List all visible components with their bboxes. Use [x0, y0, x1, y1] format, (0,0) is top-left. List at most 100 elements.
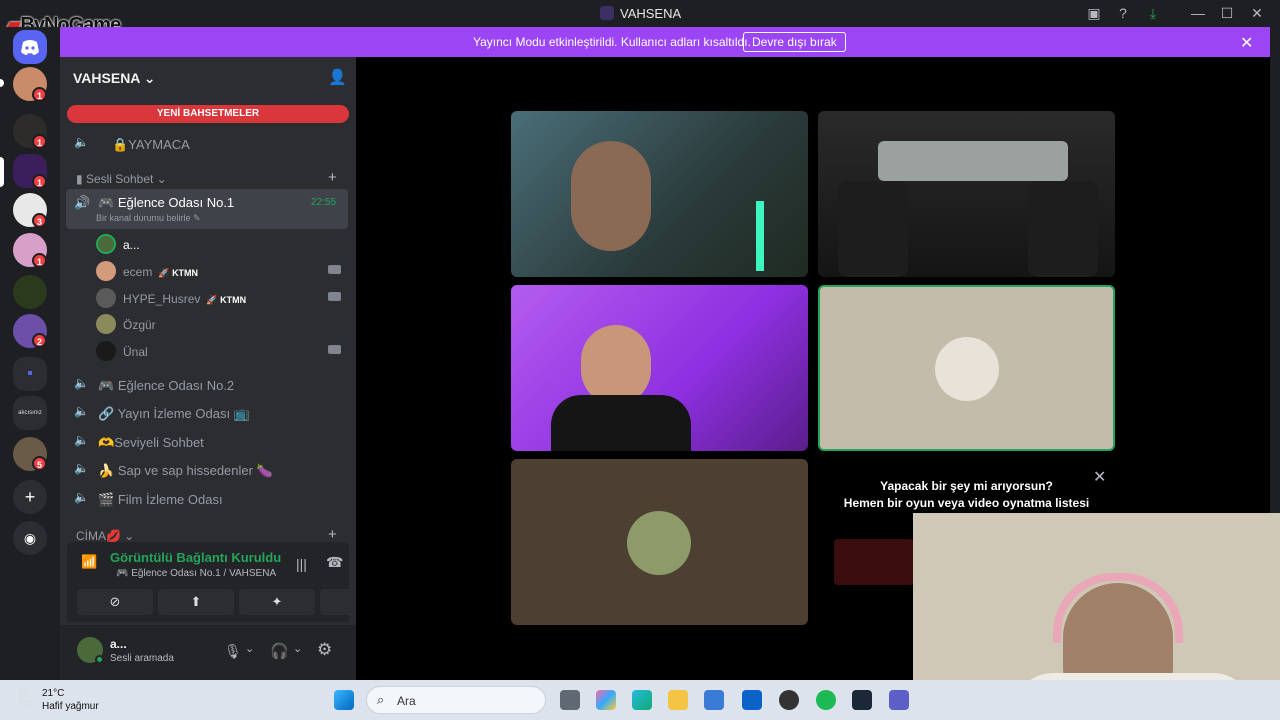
online-status-dot [95, 655, 104, 664]
folder-icon[interactable]: ▪ [13, 357, 47, 391]
category-icon: ▮ [76, 172, 83, 186]
led-light [756, 201, 764, 271]
guild-header[interactable]: VAHSENA ⌄ 👤 [60, 57, 356, 99]
minimize-button[interactable]: — [1190, 5, 1206, 21]
store-icon[interactable] [704, 690, 724, 710]
participant-video [571, 141, 651, 251]
video-tile[interactable] [511, 285, 808, 451]
category-cima[interactable]: CİMA💋 ⌄ [76, 529, 134, 543]
camera-icon [328, 292, 341, 301]
add-server-icon[interactable]: + [13, 480, 47, 514]
channel-name: 🫶Seviyeli Sohbet [98, 435, 204, 450]
close-icon[interactable]: ✕ [1093, 467, 1106, 487]
banner-message: Yayıncı Modu etkinleştirildi. Kullanıcı … [473, 35, 751, 49]
weather-temperature[interactable]: 21°C [42, 688, 64, 699]
invite-icon[interactable]: 👤 [328, 68, 347, 86]
activities-button[interactable]: ✦ [239, 589, 315, 615]
obs-icon[interactable] [779, 690, 799, 710]
window-title: VAHSENA [620, 6, 682, 21]
active-voice-channel[interactable]: 🔊 🎮 Eğlence Odası No.1 22:55 Bir kanal d… [66, 189, 348, 229]
channel-name: 🔗 Yayın İzleme Odası 📺 [98, 406, 250, 421]
add-channel-icon[interactable]: + [328, 526, 337, 543]
voice-channel-link[interactable]: 🎮 Eğlence Odası No.1 / VAHSENA [116, 568, 276, 579]
video-tile[interactable] [511, 459, 808, 625]
download-icon[interactable]: ⤓ [1145, 5, 1161, 21]
discover-icon[interactable]: ◉ [13, 521, 47, 555]
video-tile[interactable] [511, 111, 808, 277]
video-tile[interactable] [818, 111, 1115, 277]
speaker-icon: 🔈 [74, 135, 89, 149]
video-tile-speaking[interactable] [818, 285, 1115, 451]
mention-badge: 3 [32, 213, 47, 228]
avatar [627, 511, 691, 575]
close-window-button[interactable]: ✕ [1249, 5, 1265, 21]
headphones-icon[interactable]: 🎧 [270, 642, 289, 660]
speaker-icon: 🔈 [74, 433, 89, 447]
inbox-icon[interactable]: ▣ [1086, 5, 1102, 21]
disable-streamer-mode-button[interactable]: Devre dışı bırak [743, 32, 846, 52]
avatar [935, 337, 999, 401]
gear-icon[interactable]: ⚙ [317, 640, 332, 660]
channel-status-hint[interactable]: Bir kanal durumu belirle ✎ [96, 213, 201, 224]
car-seat [1028, 181, 1098, 277]
camera-toggle-button[interactable]: ⊘ [77, 589, 153, 615]
chevron-down-icon: ⌄ [143, 70, 156, 86]
speaker-icon: 🔊 [74, 195, 91, 210]
channel-name: 🎬 Film İzleme Odası [98, 492, 223, 507]
microphone-icon[interactable]: 🎙 [224, 643, 242, 660]
chevron-down-icon[interactable]: ⌄ [245, 642, 254, 655]
search-box[interactable]: ⌕ Ara [366, 686, 546, 714]
activity-title: Yapacak bir şey mi arıyorsun? [880, 479, 1053, 493]
outlook-icon[interactable] [742, 690, 762, 710]
channel-timer: 22:55 [311, 197, 337, 208]
guild-name[interactable]: VAHSENA ⌄ [73, 70, 156, 87]
weather-description[interactable]: Hafif yağmur [42, 701, 99, 712]
disconnect-icon[interactable]: ☎ [326, 554, 343, 571]
screen-share-button[interactable]: ⬆ [158, 589, 234, 615]
maximize-button[interactable]: ☐ [1219, 5, 1235, 21]
avatar [96, 288, 116, 308]
avatar [96, 314, 116, 334]
copilot-icon[interactable] [596, 690, 616, 710]
title-bar: ▰ByNoGame VAHSENA ▣ ? ⤓ — ☐ ✕ [0, 0, 1280, 36]
weather-icon[interactable]: 🌦 [14, 688, 37, 709]
speaker-icon: 🔈 [74, 404, 89, 418]
selected-pip [0, 157, 4, 187]
user-status: Sesli aramada [110, 653, 174, 664]
help-icon[interactable]: ? [1115, 5, 1131, 21]
spotify-icon[interactable] [816, 690, 836, 710]
discord-home-icon[interactable] [13, 30, 47, 64]
server-icon[interactable] [13, 275, 47, 309]
voice-status[interactable]: Görüntülü Bağlantı Kuruldu [110, 550, 281, 565]
mention-badge: 1 [32, 87, 47, 102]
activity-thumbnail[interactable] [834, 539, 914, 585]
voice-connection-panel: 📶 Görüntülü Bağlantı Kuruldu 🎮 Eğlence O… [67, 542, 396, 622]
file-explorer-icon[interactable] [668, 690, 688, 710]
teams-icon[interactable] [889, 690, 909, 710]
speaker-icon: 🔈 [74, 376, 89, 390]
camera-icon [328, 265, 341, 274]
steam-icon[interactable] [852, 690, 872, 710]
server-rail: 1 1 1 3 1 2 ▪ akcısınız 5 + ◉ [0, 27, 60, 680]
noise-suppression-icon[interactable]: ||| [296, 556, 307, 572]
app-icon [600, 6, 614, 20]
category-sesli-sohbet[interactable]: ▮ Sesli Sohbet ⌄ [76, 172, 167, 186]
channel-name: 🎮 Eğlence Odası No.2 [98, 378, 235, 393]
chevron-down-icon[interactable]: ⌄ [293, 642, 302, 655]
add-channel-icon[interactable]: + [328, 169, 337, 186]
server-icon[interactable]: akcısınız [13, 396, 47, 430]
os-taskbar: 🌦 21°C Hafif yağmur ⌕ Ara [0, 680, 1280, 720]
channel-name: 🍌 Sap ve sap hissedenler 🍆 [98, 463, 273, 478]
start-icon[interactable] [334, 690, 354, 710]
channel-name: 🔒YAYMACA [112, 137, 190, 152]
avatar [96, 234, 116, 254]
new-mentions-pill[interactable]: YENİ BAHSETMELER [67, 105, 349, 123]
mention-badge: 5 [32, 456, 47, 471]
user-panel: a... Sesli aramada 🎙 ⌄ 🎧 ⌄ ⚙ [60, 625, 356, 680]
task-view-icon[interactable] [560, 690, 580, 710]
channel-sidebar: VAHSENA ⌄ 👤 YENİ BAHSETMELER 🔈 🔒YAYMACA … [60, 57, 396, 680]
avatar [96, 341, 116, 361]
unread-pip [0, 79, 4, 87]
edge-icon[interactable] [632, 690, 652, 710]
close-icon[interactable]: ✕ [1240, 33, 1253, 53]
